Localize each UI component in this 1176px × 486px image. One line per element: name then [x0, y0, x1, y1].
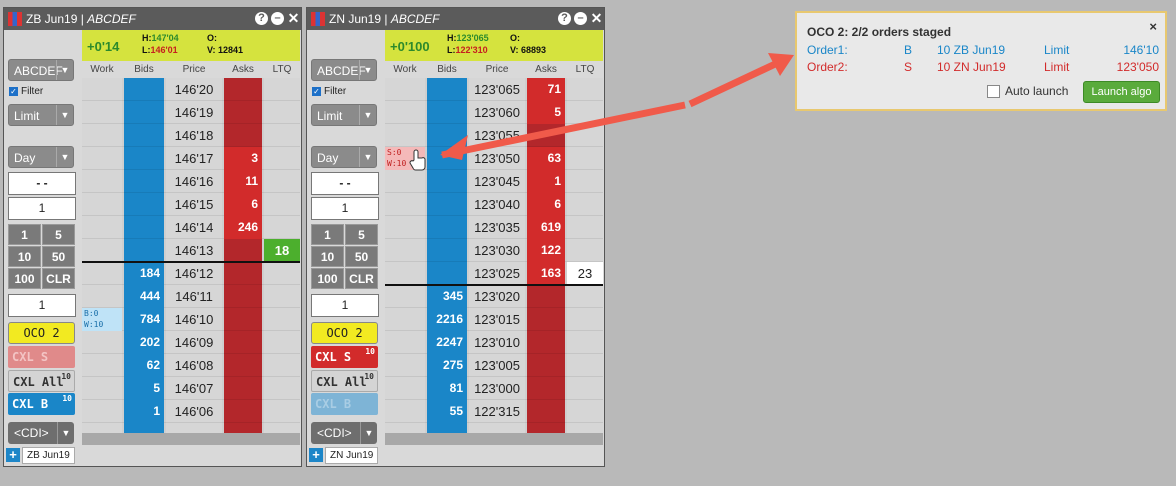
- arrow-shaft-right: [688, 54, 790, 108]
- arrow-shaft: [441, 101, 686, 159]
- hand-cursor-icon: [409, 149, 426, 171]
- annotation-arrow: [409, 53, 794, 171]
